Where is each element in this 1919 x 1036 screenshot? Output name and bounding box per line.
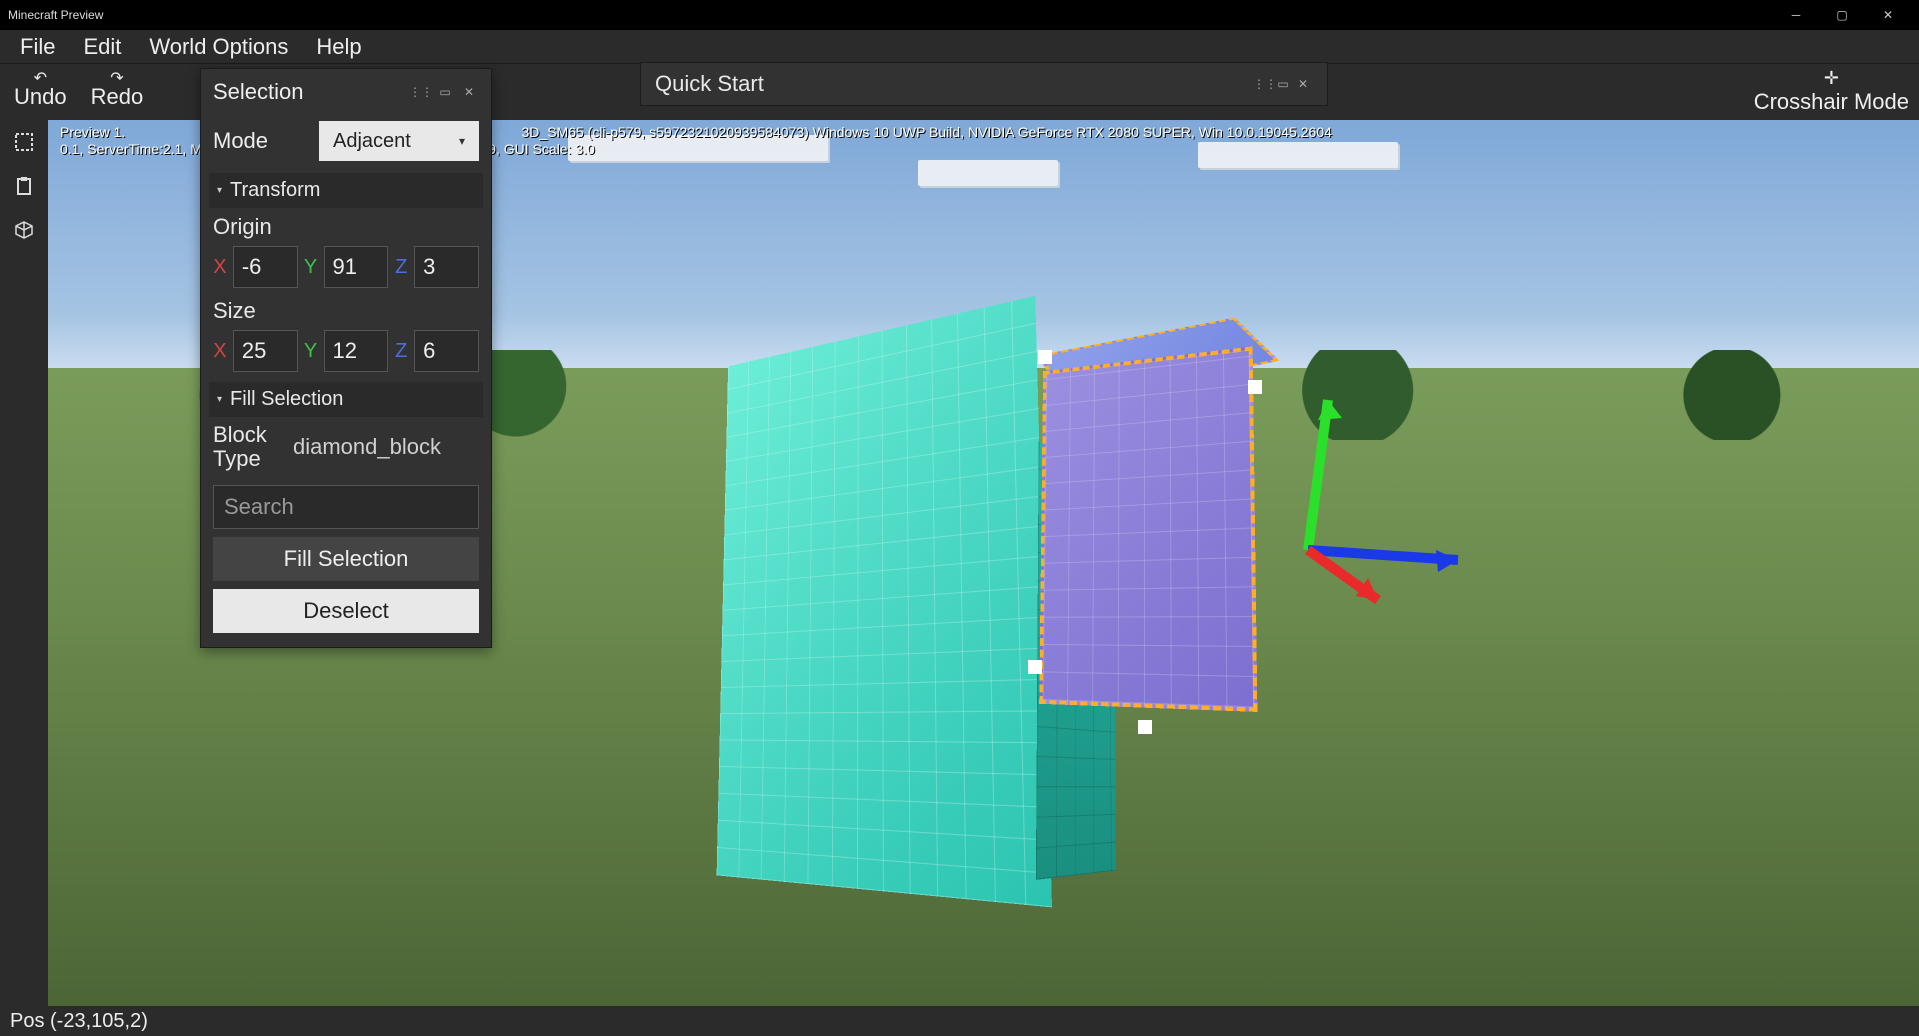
menu-file[interactable]: File <box>8 30 67 64</box>
crosshair-icon: ✛ <box>1824 68 1839 89</box>
grip-icon[interactable]: ⋮⋮ <box>411 82 431 102</box>
menu-edit[interactable]: Edit <box>71 30 133 64</box>
mode-label: Mode <box>213 128 309 154</box>
origin-label: Origin <box>201 208 491 242</box>
collapse-icon: ▾ <box>217 185 222 196</box>
origin-z-input[interactable]: 3 <box>414 246 479 288</box>
origin-x-input[interactable]: -6 <box>233 246 298 288</box>
size-label: Size <box>201 292 491 326</box>
title-bar: Minecraft Preview ─ ▢ ✕ <box>0 0 1919 30</box>
block-type-value: diamond_block <box>293 434 441 460</box>
origin-y-input[interactable]: 91 <box>324 246 389 288</box>
axis-y-label: Y <box>304 340 318 363</box>
menu-help[interactable]: Help <box>304 30 373 64</box>
size-z-input[interactable]: 6 <box>414 330 479 372</box>
menu-bar: File Edit World Options Help <box>0 30 1919 64</box>
search-input[interactable]: Search <box>213 485 479 529</box>
close-icon[interactable]: ✕ <box>459 82 479 102</box>
fill-section-label: Fill Selection <box>230 388 343 411</box>
selection-title: Selection <box>213 79 407 105</box>
minimize-button[interactable]: ─ <box>1773 0 1819 30</box>
restore-icon[interactable]: ▭ <box>1273 77 1293 91</box>
size-y-input[interactable]: 12 <box>324 330 389 372</box>
axis-z-label: Z <box>394 340 408 363</box>
selection-handle[interactable] <box>1038 350 1052 364</box>
diamond-block-structure <box>717 296 1052 908</box>
grip-icon[interactable]: ⋮⋮ <box>1253 77 1273 91</box>
window-title: Minecraft Preview <box>8 8 1773 22</box>
chevron-down-icon: ▾ <box>459 134 465 148</box>
restore-icon[interactable]: ▭ <box>435 82 455 102</box>
collapse-icon: ▾ <box>217 394 222 405</box>
cloud <box>918 160 1058 186</box>
fill-selection-button[interactable]: Fill Selection <box>213 537 479 581</box>
fill-section[interactable]: ▾ Fill Selection <box>209 382 483 417</box>
size-x-input[interactable]: 25 <box>233 330 298 372</box>
transform-section[interactable]: ▾ Transform <box>209 173 483 208</box>
selection-panel[interactable]: Selection ⋮⋮ ▭ ✕ Mode Adjacent ▾ ▾ Trans… <box>200 68 492 648</box>
selection-cube[interactable] <box>1039 346 1257 711</box>
mode-value: Adjacent <box>333 130 411 153</box>
maximize-button[interactable]: ▢ <box>1819 0 1865 30</box>
block-type-label: Block Type <box>213 423 283 471</box>
quick-start-panel[interactable]: Quick Start ⋮⋮ ▭ ✕ <box>640 62 1328 106</box>
clipboard-tool-icon[interactable] <box>8 170 40 202</box>
search-placeholder: Search <box>224 494 294 520</box>
transform-label: Transform <box>230 179 320 202</box>
axis-x-label: X <box>213 256 227 279</box>
selection-handle[interactable] <box>1248 380 1262 394</box>
status-bar: Pos (-23,105,2) <box>0 1006 1919 1036</box>
position-readout: Pos (-23,105,2) <box>10 1010 148 1033</box>
redo-icon: ↷ <box>110 68 123 84</box>
selection-handle[interactable] <box>1138 720 1152 734</box>
cube-tool-icon[interactable] <box>8 214 40 246</box>
selection-handle[interactable] <box>1028 660 1042 674</box>
undo-label: Undo <box>14 84 67 110</box>
undo-button[interactable]: ↶ Undo <box>8 66 73 112</box>
axis-z-label: Z <box>394 256 408 279</box>
tool-strip <box>0 120 48 1006</box>
crosshair-label: Crosshair Mode <box>1754 89 1909 115</box>
crosshair-mode-button[interactable]: ✛ Crosshair Mode <box>1754 68 1909 115</box>
selection-tool-icon[interactable] <box>8 126 40 158</box>
axis-x-label: X <box>213 340 227 363</box>
deselect-button[interactable]: Deselect <box>213 589 479 633</box>
close-icon[interactable]: ✕ <box>1293 77 1313 91</box>
menu-world-options[interactable]: World Options <box>137 30 300 64</box>
redo-button[interactable]: ↷ Redo <box>85 66 150 112</box>
undo-icon: ↶ <box>34 68 47 84</box>
close-button[interactable]: ✕ <box>1865 0 1911 30</box>
redo-label: Redo <box>91 84 144 110</box>
quick-start-title: Quick Start <box>655 71 1253 97</box>
mode-select[interactable]: Adjacent ▾ <box>319 121 479 161</box>
axis-y-label: Y <box>304 256 318 279</box>
